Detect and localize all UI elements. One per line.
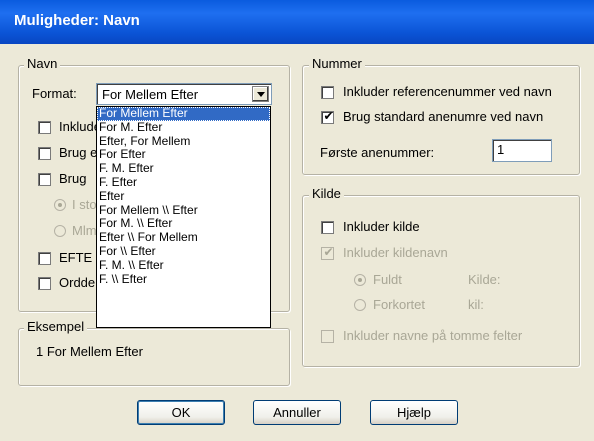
mlm-label: Mlm bbox=[72, 223, 97, 238]
brug-standard-checkbox[interactable]: ✔ bbox=[321, 109, 334, 124]
forste-input-value: 1 bbox=[497, 142, 505, 157]
format-option[interactable]: F. Efter bbox=[97, 175, 270, 190]
ordde-label: Ordde bbox=[59, 275, 96, 290]
brug-standard-label: Brug standard anenumre ved navn bbox=[343, 109, 544, 124]
format-option[interactable]: For \\ Efter bbox=[97, 244, 270, 259]
format-option[interactable]: For Mellem Efter bbox=[97, 106, 270, 121]
window-title: Muligheder: Navn bbox=[14, 12, 140, 29]
checkmark-icon: ✔ bbox=[323, 109, 334, 123]
i-sto-label: I sto bbox=[72, 197, 97, 212]
eksempel-legend: Eksempel bbox=[24, 319, 88, 334]
kilde-legend: Kilde bbox=[309, 186, 344, 201]
kil-side-label: kil: bbox=[468, 297, 484, 312]
format-option[interactable]: F. M. \\ Efter bbox=[97, 258, 270, 273]
forste-label: Første anenummer: bbox=[320, 145, 435, 160]
ordde-checkbox[interactable] bbox=[38, 277, 51, 290]
brug-checkbox[interactable] bbox=[38, 173, 51, 186]
tomme-checkbox bbox=[321, 330, 334, 343]
efte-label: EFTE bbox=[59, 250, 93, 265]
mlm-radio bbox=[54, 225, 66, 237]
nummer-legend: Nummer bbox=[309, 56, 365, 71]
hjaelp-button[interactable]: Hjælp bbox=[370, 400, 458, 425]
format-dropdown-list[interactable]: For Mellem Efter For M. Efter Efter, For M… bbox=[96, 106, 271, 328]
efte-checkbox[interactable] bbox=[38, 252, 51, 265]
format-option[interactable]: For Mellem \\ Efter bbox=[97, 203, 270, 218]
inkluder-kildenavn-checkbox: ✔ bbox=[321, 245, 334, 260]
annuller-button[interactable]: Annuller bbox=[253, 400, 341, 425]
eksempel-text: 1 For Mellem Efter bbox=[36, 344, 143, 359]
format-label: Format: bbox=[32, 86, 77, 101]
forkortet-radio bbox=[354, 299, 366, 311]
forkortet-label: Forkortet bbox=[373, 297, 426, 312]
format-option[interactable]: For M. \\ Efter bbox=[97, 217, 270, 231]
navn-legend: Navn bbox=[24, 56, 61, 71]
format-option[interactable]: F. M. Efter bbox=[97, 161, 270, 176]
fuldt-label: Fuldt bbox=[373, 272, 402, 287]
chevron-down-icon[interactable] bbox=[252, 86, 269, 102]
inkluder-ref-checkbox[interactable] bbox=[321, 86, 334, 99]
brug-label: Brug bbox=[59, 171, 87, 186]
i-sto-radio bbox=[54, 199, 66, 211]
title-bar: Muligheder: Navn bbox=[0, 0, 594, 44]
kilde-side-label: Kilde: bbox=[468, 272, 501, 287]
format-option[interactable]: Efter, For Mellem bbox=[97, 134, 270, 149]
format-option[interactable]: Efter \\ For Mellem bbox=[97, 230, 270, 245]
format-option[interactable]: For Efter bbox=[97, 148, 270, 162]
inkluder-checkbox[interactable] bbox=[38, 121, 51, 134]
inkluder-kilde-label: Inkluder kilde bbox=[343, 219, 420, 234]
checkmark-icon: ✔ bbox=[323, 245, 334, 259]
tomme-label: Inkluder navne på tomme felter bbox=[343, 328, 523, 343]
forste-input[interactable]: 1 bbox=[492, 139, 552, 162]
brug-e-label: Brug e bbox=[59, 145, 98, 160]
format-option[interactable]: Efter bbox=[97, 189, 270, 204]
format-option[interactable]: For M. Efter bbox=[97, 120, 270, 135]
format-select-value: For Mellem Efter bbox=[102, 87, 199, 102]
inkluder-kilde-checkbox[interactable] bbox=[321, 221, 334, 234]
inkluder-ref-label: Inkluder referencenummer ved navn bbox=[343, 84, 552, 99]
format-option[interactable]: F. \\ Efter bbox=[97, 272, 270, 287]
format-select[interactable]: For Mellem Efter bbox=[96, 83, 272, 105]
inkluder-kildenavn-label: Inkluder kildenavn bbox=[343, 245, 448, 260]
brug-e-checkbox[interactable] bbox=[38, 147, 51, 160]
fuldt-radio bbox=[354, 274, 366, 286]
ok-button[interactable]: OK bbox=[137, 400, 225, 425]
